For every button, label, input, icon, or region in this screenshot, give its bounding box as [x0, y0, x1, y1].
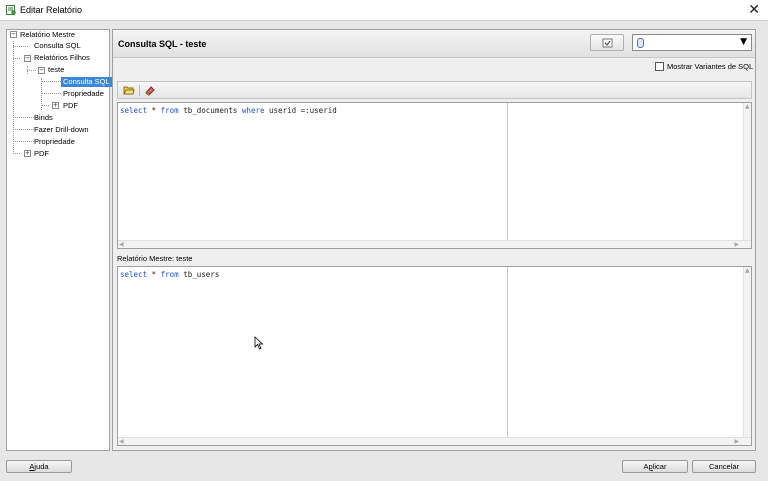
apply-button[interactable]: Aplicar: [622, 460, 688, 473]
dialog-body: − Relatório Mestre Consulta SQL − Relató…: [0, 20, 768, 481]
sql-table: tb_documents: [178, 106, 242, 115]
tree-item-consulta-sql[interactable]: Consulta SQL: [34, 41, 81, 51]
apply-button-label-post: licar: [652, 462, 667, 471]
vertical-scrollbar[interactable]: ▲: [743, 267, 751, 437]
sql-star: *: [147, 106, 161, 115]
tree-item-teste-consulta-sql[interactable]: Consulta SQL: [61, 77, 112, 87]
sql-keyword-select: select: [120, 106, 148, 115]
show-sql-variants[interactable]: Mostrar Variantes de SQL: [655, 62, 753, 71]
title-bar: Editar Relatório ✕: [0, 0, 768, 20]
show-sql-variants-checkbox[interactable]: [655, 62, 664, 71]
expander-relatorios-filhos[interactable]: −: [24, 55, 31, 62]
cancel-button[interactable]: Cancelar: [692, 460, 756, 473]
sql-query-panel: Consulta SQL - teste ▼ Mostrar Variantes…: [112, 29, 756, 451]
editor-margin-line: [507, 267, 508, 437]
tree-item-pdf[interactable]: PDF: [34, 149, 49, 159]
eraser-icon[interactable]: [144, 85, 156, 96]
tree-item-teste[interactable]: teste: [48, 65, 64, 75]
horizontal-scrollbar[interactable]: ◀ ▶: [118, 240, 751, 248]
expander-teste[interactable]: −: [38, 67, 45, 74]
master-report-label: Relatório Mestre: teste: [117, 254, 193, 263]
editor-toolbar: [117, 81, 752, 99]
window-title: Editar Relatório: [20, 5, 83, 15]
refresh-button[interactable]: [590, 34, 624, 51]
tree-item-fazer-drill-down[interactable]: Fazer Drill-down: [34, 125, 89, 135]
panel-title: Consulta SQL - teste: [118, 39, 207, 49]
close-icon[interactable]: ✕: [748, 2, 760, 18]
master-sql-query-text[interactable]: select * from tb_users: [120, 270, 219, 279]
folder-open-icon[interactable]: [123, 85, 135, 96]
editor-margin-line: [507, 103, 508, 240]
panel-header: Consulta SQL - teste ▼: [113, 30, 755, 58]
expander-root[interactable]: −: [10, 31, 17, 38]
master-sql-editor[interactable]: select * from tb_users ▲ ◀ ▶: [117, 266, 752, 446]
sql-keyword-where: where: [241, 106, 265, 115]
sql-editor[interactable]: select * from tb_documents where userid …: [117, 102, 752, 249]
navigation-tree: − Relatório Mestre Consulta SQL − Relató…: [6, 29, 112, 451]
tree-item-binds[interactable]: Binds: [34, 113, 53, 123]
sql-query-text[interactable]: select * from tb_documents where userid …: [120, 106, 337, 115]
expander-teste-pdf[interactable]: +: [52, 102, 59, 109]
tree-item-relatorios-filhos[interactable]: Relatórios Filhos: [34, 53, 90, 63]
horizontal-scrollbar[interactable]: ◀ ▶: [118, 437, 751, 445]
sql-condition: userid =:userid: [264, 106, 337, 115]
sql-table: tb_users: [178, 270, 220, 279]
report-edit-icon: [6, 5, 16, 15]
tree-item-teste-pdf[interactable]: PDF: [63, 101, 78, 111]
sql-keyword-from: from: [160, 106, 179, 115]
vertical-scrollbar[interactable]: ▲: [743, 103, 751, 240]
tree-item-teste-propriedade[interactable]: Propriedade: [63, 89, 104, 99]
chevron-down-icon: ▼: [740, 37, 747, 47]
help-button[interactable]: Ajuda: [6, 460, 72, 473]
show-sql-variants-label: Mostrar Variantes de SQL: [667, 62, 754, 71]
tree-item-relatorio-mestre[interactable]: Relatório Mestre: [20, 30, 75, 40]
sql-keyword-select: select: [120, 270, 148, 279]
help-button-label-post: juda: [34, 462, 49, 471]
sql-keyword-from: from: [160, 270, 179, 279]
checklist-icon: [602, 38, 613, 48]
connection-select[interactable]: ▼: [632, 34, 752, 51]
mouse-cursor-icon: [254, 336, 264, 350]
expander-pdf[interactable]: +: [24, 150, 31, 157]
tree-item-propriedade[interactable]: Propriedade: [34, 137, 75, 147]
database-icon: [637, 38, 644, 48]
sql-star: *: [147, 270, 161, 279]
